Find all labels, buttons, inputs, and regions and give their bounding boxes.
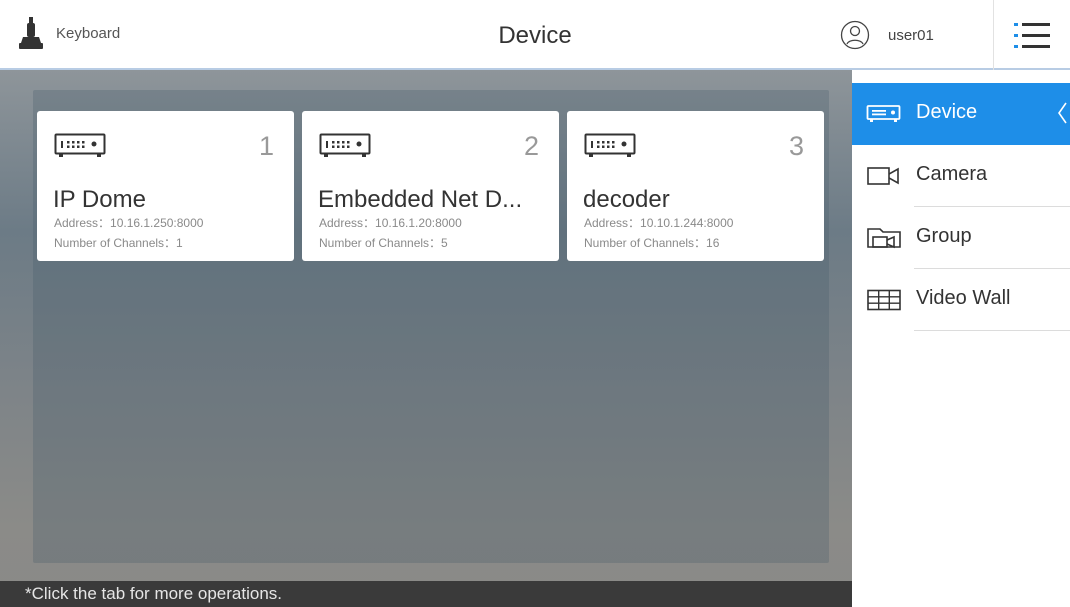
device-name: IP Dome xyxy=(53,186,146,213)
group-icon xyxy=(867,228,901,249)
user-icon xyxy=(840,20,870,50)
hint-bar: *Click the tab for more operations. xyxy=(0,581,852,607)
sidebar-item-label: Video Wall xyxy=(916,287,1011,309)
keyboard-label: Keyboard xyxy=(56,24,121,42)
video-wall-icon xyxy=(867,289,901,311)
sidebar-item-label: Device xyxy=(916,101,978,123)
joystick-icon xyxy=(19,17,43,49)
divider xyxy=(914,330,1070,331)
device-area: 1 IP Dome Address：10.16.1.250:8000 Numbe… xyxy=(0,70,852,607)
sidebar-item-camera[interactable]: Camera xyxy=(852,145,1070,207)
device-icon xyxy=(54,133,106,157)
chevron-left-icon xyxy=(1058,102,1067,124)
device-address: Address：10.16.1.20:8000 xyxy=(319,216,462,230)
sidebar-item-group[interactable]: Group xyxy=(852,207,1070,269)
device-card[interactable]: 1 IP Dome Address：10.16.1.250:8000 Numbe… xyxy=(37,111,294,261)
menu-button[interactable] xyxy=(994,0,1070,70)
device-number: 3 xyxy=(788,131,804,161)
top-bar: Keyboard Device user01 xyxy=(0,0,1070,70)
device-channels: Number of Channels：1 xyxy=(54,236,183,250)
device-number: 1 xyxy=(258,131,274,161)
device-number: 2 xyxy=(523,131,539,161)
username: user01 xyxy=(888,26,934,44)
device-card[interactable]: 3 decoder Address：10.10.1.244:8000 Numbe… xyxy=(567,111,824,261)
sidebar-item-label: Group xyxy=(916,225,972,247)
sidebar-item-device[interactable]: Device xyxy=(852,83,1070,145)
camera-icon xyxy=(867,167,899,185)
device-icon xyxy=(584,133,636,157)
keyboard-button[interactable]: Keyboard xyxy=(18,16,120,50)
hint-text: *Click the tab for more operations. xyxy=(25,584,283,603)
device-grid: 1 IP Dome Address：10.16.1.250:8000 Numbe… xyxy=(33,90,829,563)
device-icon xyxy=(866,105,901,122)
user-account[interactable]: user01 xyxy=(840,20,934,50)
device-icon xyxy=(319,133,371,157)
device-channels: Number of Channels：5 xyxy=(319,236,448,250)
sidebar-item-label: Camera xyxy=(916,163,988,185)
sidebar-menu: Device Camera Group Video Wall xyxy=(852,70,1070,607)
device-address: Address：10.16.1.250:8000 xyxy=(54,216,204,230)
device-card[interactable]: 2 Embedded Net D... Address：10.16.1.20:8… xyxy=(302,111,559,261)
device-channels: Number of Channels：16 xyxy=(584,236,720,250)
device-name: Embedded Net D... xyxy=(318,186,523,213)
sidebar-item-video-wall[interactable]: Video Wall xyxy=(852,269,1070,331)
menu-icon xyxy=(1014,23,1050,48)
device-address: Address：10.10.1.244:8000 xyxy=(584,216,734,230)
device-name: decoder xyxy=(583,186,670,213)
